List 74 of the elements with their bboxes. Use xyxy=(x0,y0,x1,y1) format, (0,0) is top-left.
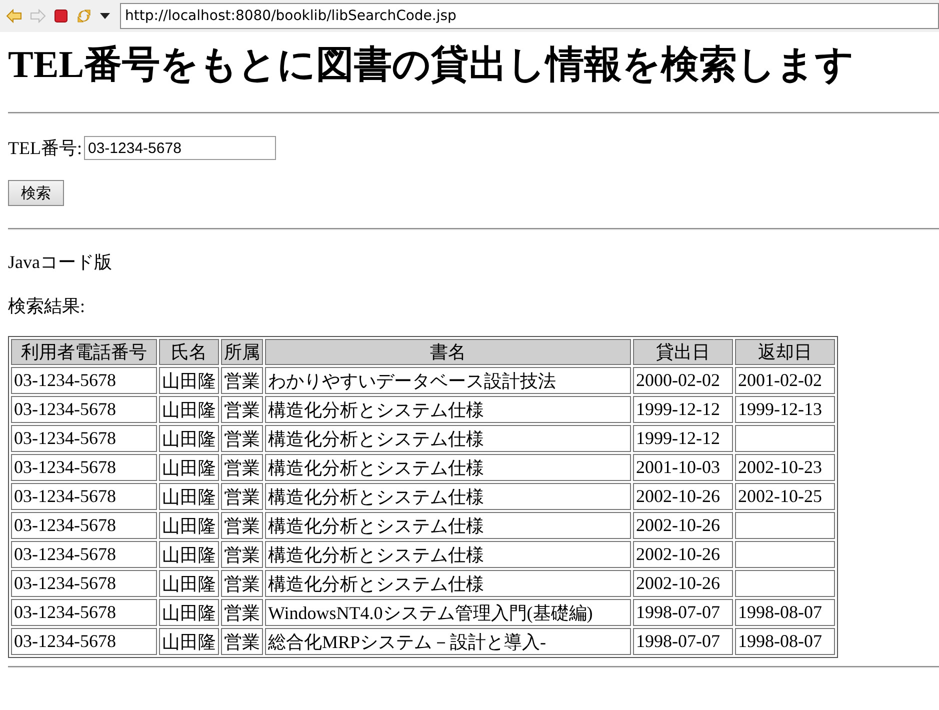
table-cell: 2001-02-02 xyxy=(735,367,835,394)
table-cell: 山田隆 xyxy=(159,599,219,626)
table-cell: 03-1234-5678 xyxy=(11,367,157,394)
table-cell: 2002-10-23 xyxy=(735,454,835,481)
table-cell: 営業 xyxy=(221,512,263,539)
table-cell: 2002-10-26 xyxy=(633,483,733,510)
table-cell: 1998-07-07 xyxy=(633,599,733,626)
address-bar[interactable]: http://localhost:8080/booklib/libSearchCode.jsp xyxy=(120,3,939,29)
search-button[interactable]: 検索 xyxy=(8,180,64,206)
table-cell: 構造化分析とシステム仕様 xyxy=(265,454,631,481)
table-cell: 2000-02-02 xyxy=(633,367,733,394)
column-header: 返却日 xyxy=(735,339,835,365)
table-cell: 山田隆 xyxy=(159,628,219,655)
table-cell: 03-1234-5678 xyxy=(11,425,157,452)
table-cell: 営業 xyxy=(221,570,263,597)
table-cell: 03-1234-5678 xyxy=(11,541,157,568)
page-heading: TEL番号をもとに図書の貸出し情報を検索します xyxy=(8,43,856,88)
table-cell: 営業 xyxy=(221,367,263,394)
column-header: 氏名 xyxy=(159,339,219,365)
table-cell: 03-1234-5678 xyxy=(11,512,157,539)
table-cell: 山田隆 xyxy=(159,367,219,394)
field-label: TEL番号: xyxy=(8,137,82,160)
refresh-icon[interactable] xyxy=(76,8,92,24)
table-cell: 山田隆 xyxy=(159,483,219,510)
table-cell: 構造化分析とシステム仕様 xyxy=(265,541,631,568)
table-cell: 構造化分析とシステム仕様 xyxy=(265,483,631,510)
tel-input[interactable]: 03-1234-5678 xyxy=(84,136,276,160)
table-cell: 03-1234-5678 xyxy=(11,628,157,655)
table-cell: 総合化MRPシステム－設計と導入- xyxy=(265,628,631,655)
table-cell: 山田隆 xyxy=(159,396,219,423)
table-cell: 山田隆 xyxy=(159,512,219,539)
table-cell: 1998-07-07 xyxy=(633,628,733,655)
table-cell: 03-1234-5678 xyxy=(11,570,157,597)
table-cell: 山田隆 xyxy=(159,541,219,568)
column-header: 利用者電話番号 xyxy=(11,339,157,365)
table-cell: 1999-12-12 xyxy=(633,425,733,452)
stop-icon[interactable] xyxy=(54,9,68,23)
table-cell: 構造化分析とシステム仕様 xyxy=(265,512,631,539)
version-note: Javaコード版 xyxy=(8,251,113,274)
table-cell: 2002-10-26 xyxy=(633,512,733,539)
column-header: 書名 xyxy=(265,339,631,365)
table-cell: 2002-10-25 xyxy=(735,483,835,510)
table-cell: 1998-08-07 xyxy=(735,599,835,626)
table-cell: 山田隆 xyxy=(159,454,219,481)
table-cell: 営業 xyxy=(221,425,263,452)
forward-arrow-icon[interactable] xyxy=(30,9,46,23)
table-cell: 構造化分析とシステム仕様 xyxy=(265,570,631,597)
table-cell: わかりやすいデータベース設計技法 xyxy=(265,367,631,394)
dropdown-caret-icon[interactable] xyxy=(100,13,110,19)
table-cell: 構造化分析とシステム仕様 xyxy=(265,396,631,423)
table-cell: 2001-10-03 xyxy=(633,454,733,481)
table-cell: 営業 xyxy=(221,454,263,481)
table-cell: 営業 xyxy=(221,599,263,626)
table-cell: 営業 xyxy=(221,483,263,510)
table-cell: 1998-08-07 xyxy=(735,628,835,655)
table-cell: 営業 xyxy=(221,628,263,655)
column-header: 所属 xyxy=(221,339,263,365)
table-cell: 山田隆 xyxy=(159,425,219,452)
results-label: 検索結果: xyxy=(8,295,86,318)
column-header: 貸出日 xyxy=(633,339,733,365)
table-cell: 営業 xyxy=(221,541,263,568)
table-cell: 03-1234-5678 xyxy=(11,599,157,626)
table-cell: 営業 xyxy=(221,396,263,423)
back-arrow-icon[interactable] xyxy=(6,9,22,23)
table-cell: 03-1234-5678 xyxy=(11,396,157,423)
table-cell: 山田隆 xyxy=(159,570,219,597)
table-cell: 2002-10-26 xyxy=(633,570,733,597)
table-cell: 2002-10-26 xyxy=(633,541,733,568)
table-cell: 03-1234-5678 xyxy=(11,483,157,510)
table-cell: WindowsNT4.0システム管理入門(基礎編) xyxy=(265,599,631,626)
table-cell: 03-1234-5678 xyxy=(11,454,157,481)
table-cell: 構造化分析とシステム仕様 xyxy=(265,425,631,452)
table-cell: 1999-12-12 xyxy=(633,396,733,423)
table-cell: 1999-12-13 xyxy=(735,396,835,423)
